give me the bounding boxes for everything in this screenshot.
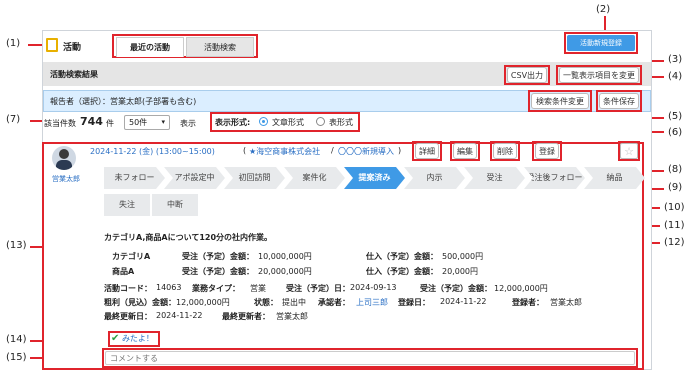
meta-registrant: 営業太郎	[550, 298, 582, 307]
meta-updater: 営業太郎	[276, 312, 308, 321]
result-count-unit: 件	[106, 119, 114, 128]
stage-step[interactable]: アポ設定中	[164, 167, 225, 189]
meta-order-date: 2024-09-13	[350, 283, 397, 292]
meta-updater-label: 最終更新者：	[222, 312, 270, 321]
activity-date[interactable]: 2024-11-22 (金) (13:00~15:00)	[90, 146, 215, 157]
item-order-label: 受注（予定）金額：	[182, 252, 254, 261]
meta-updated-label: 最終更新日：	[104, 312, 152, 321]
activity-user-name[interactable]: 営業太郎	[52, 174, 80, 184]
stage-step[interactable]: 内示	[404, 167, 465, 189]
meta-approver[interactable]: 上司三郎	[356, 297, 388, 308]
item-cost-value: 20,000円	[442, 267, 478, 276]
meta-updated: 2024-11-22	[156, 311, 203, 320]
callout-6: (6)	[668, 127, 683, 138]
tab-recent-activities[interactable]: 最近の活動	[116, 37, 184, 57]
item-name: カテゴリA	[112, 252, 151, 261]
callout-11: (11)	[664, 220, 685, 231]
stage-step[interactable]: 納品	[584, 167, 645, 189]
meta-gross: 12,000,000円	[176, 298, 230, 307]
meta-type-label: 業務タイプ：	[192, 284, 240, 293]
slash-separator: /	[331, 146, 334, 155]
meta-status-label: 状態：	[254, 298, 278, 307]
reporter-filter-text: 報告者（選択）：営業太郎(子部署も含む)	[50, 97, 197, 106]
item-order-label: 受注（予定）金額：	[182, 267, 254, 276]
stage-step-secondary[interactable]: 中断	[152, 194, 198, 216]
callout-14: (14)	[6, 334, 27, 345]
callout-10: (10)	[664, 202, 685, 213]
meta-order-date-label: 受注（予定）日：	[286, 284, 350, 293]
item-name: 商品A	[112, 267, 135, 276]
avatar	[52, 146, 76, 170]
callout-2: (2)	[596, 4, 611, 15]
format-table-radio[interactable]	[316, 117, 325, 126]
per-page-select[interactable]: 50件 ▾	[124, 115, 170, 130]
callout-5: (5)	[668, 111, 683, 122]
meta-code: 14063	[156, 283, 182, 292]
mitayo-button[interactable]: ✔ みたよ！	[111, 333, 159, 345]
item-cost-label: 仕入（予定）金額：	[366, 267, 438, 276]
meta-reg-date-label: 登録日：	[398, 298, 430, 307]
activity-summary: カテゴリA,商品Aについて120分の社内作業。	[104, 233, 273, 242]
meta-status: 提出中	[282, 298, 306, 307]
chevron-down-icon: ▾	[161, 118, 165, 126]
callout-13: (13)	[6, 240, 27, 251]
edit-button[interactable]: 編集	[453, 143, 477, 159]
favorite-star-icon[interactable]: ☆	[620, 143, 638, 159]
per-page-value: 50件	[129, 118, 148, 127]
comment-input[interactable]	[105, 351, 635, 365]
delete-button[interactable]: 削除	[493, 143, 517, 159]
format-text-radio[interactable]	[259, 117, 268, 126]
item-order-value: 10,000,000円	[258, 252, 312, 261]
item-cost-value: 500,000円	[442, 252, 484, 261]
paren-open: (	[243, 146, 247, 155]
format-label: 表示形式:	[215, 118, 251, 127]
item-cost-label: 仕入（予定）金額：	[366, 252, 438, 261]
meta-code-label: 活動コード：	[104, 284, 152, 293]
meta-reg-date: 2024-11-22	[440, 297, 487, 306]
change-conditions-button[interactable]: 検索条件変更	[531, 93, 589, 109]
format-text-label: 文章形式	[272, 118, 304, 127]
result-count-value: 744	[80, 115, 103, 128]
change-columns-button[interactable]: 一覧表示項目を変更	[559, 67, 639, 83]
meta-order-amount-label: 受注（予定）金額：	[420, 284, 492, 293]
callout-15: (15)	[6, 352, 27, 363]
callout-1: (1)	[6, 38, 21, 49]
meta-order-amount: 12,000,000円	[494, 284, 548, 293]
activity-deal-link[interactable]: 〇〇〇新規導入	[338, 146, 394, 157]
new-activity-button[interactable]: 活動新規登録	[567, 35, 635, 51]
callout-7: (7)	[6, 114, 21, 125]
stage-step[interactable]: 受注	[464, 167, 525, 189]
checkmark-icon: ✔	[111, 333, 120, 344]
results-title: 活動検索結果	[50, 70, 98, 79]
callout-8: (8)	[668, 164, 683, 175]
stage-step-secondary[interactable]: 失注	[104, 194, 150, 216]
meta-registrant-label: 登録者：	[512, 298, 544, 307]
tab-activity-search[interactable]: 活動検索	[186, 37, 254, 57]
callout-4: (4)	[668, 71, 683, 82]
result-count-label: 該当件数	[44, 119, 76, 128]
meta-gross-label: 粗利（見込）金額：	[104, 298, 176, 307]
page-title: 活動	[63, 43, 82, 53]
callout-12: (12)	[664, 237, 685, 248]
callout-9: (9)	[668, 182, 683, 193]
stage-step[interactable]: 提案済み	[344, 167, 405, 189]
meta-approver-label: 承認者：	[318, 298, 350, 307]
stage-step[interactable]: 受注後フォロー	[524, 167, 585, 189]
callout-3: (3)	[668, 54, 683, 65]
save-conditions-button[interactable]: 条件保存	[599, 93, 639, 109]
csv-export-button[interactable]: CSV出力	[507, 67, 547, 83]
stage-step[interactable]: 初回訪問	[224, 167, 285, 189]
activity-company-link[interactable]: ★海空商事株式会社	[249, 146, 320, 157]
activity-folder-icon	[46, 38, 58, 52]
paren-close: )	[398, 146, 402, 155]
register-button[interactable]: 登録	[535, 143, 559, 159]
stage-step[interactable]: 案件化	[284, 167, 345, 189]
mitayo-label: みたよ！	[121, 334, 154, 343]
format-table-label: 表形式	[329, 118, 353, 127]
per-page-label: 表示	[180, 119, 196, 128]
detail-button[interactable]: 詳細	[415, 143, 439, 159]
meta-type: 営業	[250, 284, 266, 293]
item-order-value: 20,000,000円	[258, 267, 312, 276]
stage-step[interactable]: 未フォロー	[104, 167, 165, 189]
